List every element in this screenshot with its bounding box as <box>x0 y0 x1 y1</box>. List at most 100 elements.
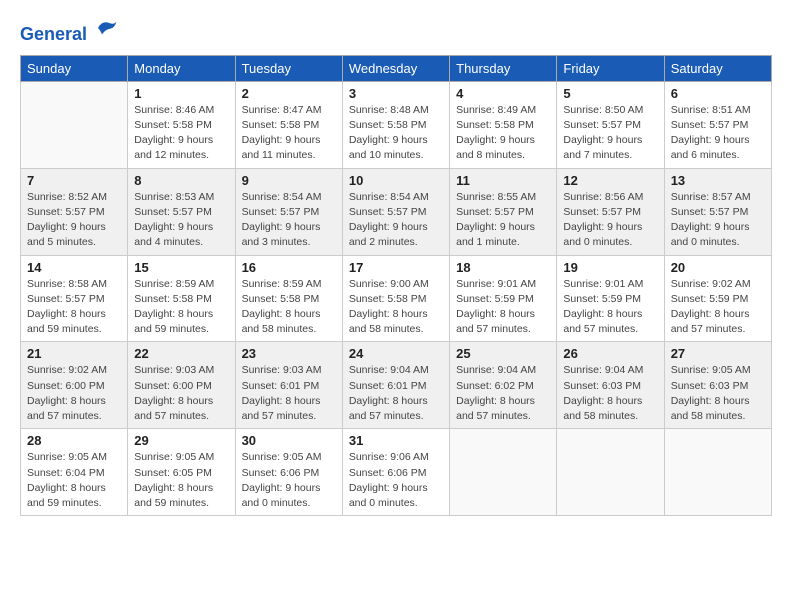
day-info: Sunrise: 9:02 AM Sunset: 6:00 PM Dayligh… <box>27 363 121 424</box>
weekday-header-tuesday: Tuesday <box>235 55 342 81</box>
weekday-header-sunday: Sunday <box>21 55 128 81</box>
day-info: Sunrise: 9:04 AM Sunset: 6:03 PM Dayligh… <box>563 363 657 424</box>
day-info: Sunrise: 8:48 AM Sunset: 5:58 PM Dayligh… <box>349 103 443 164</box>
day-info: Sunrise: 8:54 AM Sunset: 5:57 PM Dayligh… <box>242 190 336 251</box>
calendar-cell: 22 Sunrise: 9:03 AM Sunset: 6:00 PM Dayli… <box>128 342 235 429</box>
day-number: 23 <box>242 346 336 361</box>
day-number: 17 <box>349 260 443 275</box>
calendar-cell: 9 Sunrise: 8:54 AM Sunset: 5:57 PM Daylig… <box>235 168 342 255</box>
calendar-cell: 5 Sunrise: 8:50 AM Sunset: 5:57 PM Daylig… <box>557 81 664 168</box>
day-info: Sunrise: 9:01 AM Sunset: 5:59 PM Dayligh… <box>456 277 550 338</box>
day-number: 20 <box>671 260 765 275</box>
day-number: 10 <box>349 173 443 188</box>
day-number: 13 <box>671 173 765 188</box>
calendar-cell: 30 Sunrise: 9:05 AM Sunset: 6:06 PM Dayli… <box>235 429 342 516</box>
calendar-cell: 15Sunrise: 8:59 AM Sunset: 5:58 PM Dayli… <box>128 255 235 342</box>
calendar-cell: 7 Sunrise: 8:52 AM Sunset: 5:57 PM Daylig… <box>21 168 128 255</box>
weekday-header-monday: Monday <box>128 55 235 81</box>
calendar-cell <box>21 81 128 168</box>
day-number: 31 <box>349 433 443 448</box>
calendar-cell: 23Sunrise: 9:03 AM Sunset: 6:01 PM Dayli… <box>235 342 342 429</box>
weekday-header-saturday: Saturday <box>664 55 771 81</box>
day-number: 14 <box>27 260 121 275</box>
day-number: 3 <box>349 86 443 101</box>
calendar-cell: 21 Sunrise: 9:02 AM Sunset: 6:00 PM Dayli… <box>21 342 128 429</box>
weekday-header-row: SundayMondayTuesdayWednesdayThursdayFrid… <box>21 55 772 81</box>
calendar-cell <box>664 429 771 516</box>
calendar-cell: 24 Sunrise: 9:04 AM Sunset: 6:01 PM Dayli… <box>342 342 449 429</box>
logo-bird-icon <box>94 16 118 40</box>
day-info: Sunrise: 9:04 AM Sunset: 6:01 PM Dayligh… <box>349 363 443 424</box>
day-number: 30 <box>242 433 336 448</box>
calendar-cell: 1 Sunrise: 8:46 AM Sunset: 5:58 PM Daylig… <box>128 81 235 168</box>
day-info: Sunrise: 8:55 AM Sunset: 5:57 PM Dayligh… <box>456 190 550 251</box>
day-info: Sunrise: 8:50 AM Sunset: 5:57 PM Dayligh… <box>563 103 657 164</box>
calendar-cell: 3 Sunrise: 8:48 AM Sunset: 5:58 PM Daylig… <box>342 81 449 168</box>
calendar-cell: 31 Sunrise: 9:06 AM Sunset: 6:06 PM Dayli… <box>342 429 449 516</box>
calendar-week-4: 21 Sunrise: 9:02 AM Sunset: 6:00 PM Dayli… <box>21 342 772 429</box>
day-info: Sunrise: 9:03 AM Sunset: 6:00 PM Dayligh… <box>134 363 228 424</box>
day-info: Sunrise: 9:01 AM Sunset: 5:59 PM Dayligh… <box>563 277 657 338</box>
calendar-cell: 17Sunrise: 9:00 AM Sunset: 5:58 PM Dayli… <box>342 255 449 342</box>
day-number: 21 <box>27 346 121 361</box>
day-info: Sunrise: 9:04 AM Sunset: 6:02 PM Dayligh… <box>456 363 550 424</box>
calendar-cell: 19 Sunrise: 9:01 AM Sunset: 5:59 PM Dayli… <box>557 255 664 342</box>
day-number: 9 <box>242 173 336 188</box>
day-info: Sunrise: 9:05 AM Sunset: 6:04 PM Dayligh… <box>27 450 121 511</box>
day-info: Sunrise: 8:51 AM Sunset: 5:57 PM Dayligh… <box>671 103 765 164</box>
weekday-header-thursday: Thursday <box>450 55 557 81</box>
day-number: 16 <box>242 260 336 275</box>
day-number: 4 <box>456 86 550 101</box>
calendar-week-5: 28 Sunrise: 9:05 AM Sunset: 6:04 PM Dayli… <box>21 429 772 516</box>
page-container: General SundayMondayTuesdayWednesdayThur… <box>0 0 792 526</box>
calendar-week-3: 14 Sunrise: 8:58 AM Sunset: 5:57 PM Dayli… <box>21 255 772 342</box>
day-info: Sunrise: 8:47 AM Sunset: 5:58 PM Dayligh… <box>242 103 336 164</box>
calendar-cell: 16 Sunrise: 8:59 AM Sunset: 5:58 PM Dayli… <box>235 255 342 342</box>
calendar-cell: 26 Sunrise: 9:04 AM Sunset: 6:03 PM Dayli… <box>557 342 664 429</box>
day-info: Sunrise: 9:02 AM Sunset: 5:59 PM Dayligh… <box>671 277 765 338</box>
calendar-cell: 11Sunrise: 8:55 AM Sunset: 5:57 PM Dayli… <box>450 168 557 255</box>
day-info: Sunrise: 8:58 AM Sunset: 5:57 PM Dayligh… <box>27 277 121 338</box>
day-info: Sunrise: 9:05 AM Sunset: 6:06 PM Dayligh… <box>242 450 336 511</box>
day-number: 2 <box>242 86 336 101</box>
day-number: 28 <box>27 433 121 448</box>
calendar-cell: 29Sunrise: 9:05 AM Sunset: 6:05 PM Dayli… <box>128 429 235 516</box>
day-info: Sunrise: 8:46 AM Sunset: 5:58 PM Dayligh… <box>134 103 228 164</box>
day-number: 22 <box>134 346 228 361</box>
calendar-cell: 27 Sunrise: 9:05 AM Sunset: 6:03 PM Dayli… <box>664 342 771 429</box>
day-number: 12 <box>563 173 657 188</box>
day-number: 15 <box>134 260 228 275</box>
day-number: 1 <box>134 86 228 101</box>
day-number: 27 <box>671 346 765 361</box>
calendar-table: SundayMondayTuesdayWednesdayThursdayFrid… <box>20 55 772 516</box>
logo: General <box>20 16 118 45</box>
day-number: 19 <box>563 260 657 275</box>
day-info: Sunrise: 8:54 AM Sunset: 5:57 PM Dayligh… <box>349 190 443 251</box>
day-info: Sunrise: 9:05 AM Sunset: 6:03 PM Dayligh… <box>671 363 765 424</box>
day-info: Sunrise: 8:59 AM Sunset: 5:58 PM Dayligh… <box>242 277 336 338</box>
calendar-cell: 25Sunrise: 9:04 AM Sunset: 6:02 PM Dayli… <box>450 342 557 429</box>
day-number: 18 <box>456 260 550 275</box>
weekday-header-wednesday: Wednesday <box>342 55 449 81</box>
calendar-cell: 18 Sunrise: 9:01 AM Sunset: 5:59 PM Dayli… <box>450 255 557 342</box>
day-number: 6 <box>671 86 765 101</box>
day-info: Sunrise: 9:06 AM Sunset: 6:06 PM Dayligh… <box>349 450 443 511</box>
calendar-cell <box>450 429 557 516</box>
day-number: 7 <box>27 173 121 188</box>
calendar-cell: 28 Sunrise: 9:05 AM Sunset: 6:04 PM Dayli… <box>21 429 128 516</box>
day-info: Sunrise: 8:57 AM Sunset: 5:57 PM Dayligh… <box>671 190 765 251</box>
calendar-cell: 4Sunrise: 8:49 AM Sunset: 5:58 PM Daylig… <box>450 81 557 168</box>
day-info: Sunrise: 8:52 AM Sunset: 5:57 PM Dayligh… <box>27 190 121 251</box>
calendar-cell <box>557 429 664 516</box>
calendar-cell: 12Sunrise: 8:56 AM Sunset: 5:57 PM Dayli… <box>557 168 664 255</box>
day-number: 5 <box>563 86 657 101</box>
day-number: 24 <box>349 346 443 361</box>
day-number: 26 <box>563 346 657 361</box>
calendar-cell: 2 Sunrise: 8:47 AM Sunset: 5:58 PM Daylig… <box>235 81 342 168</box>
day-number: 29 <box>134 433 228 448</box>
weekday-header-friday: Friday <box>557 55 664 81</box>
day-info: Sunrise: 8:53 AM Sunset: 5:57 PM Dayligh… <box>134 190 228 251</box>
calendar-cell: 20 Sunrise: 9:02 AM Sunset: 5:59 PM Dayli… <box>664 255 771 342</box>
calendar-cell: 13 Sunrise: 8:57 AM Sunset: 5:57 PM Dayli… <box>664 168 771 255</box>
logo-text: General <box>20 16 118 45</box>
